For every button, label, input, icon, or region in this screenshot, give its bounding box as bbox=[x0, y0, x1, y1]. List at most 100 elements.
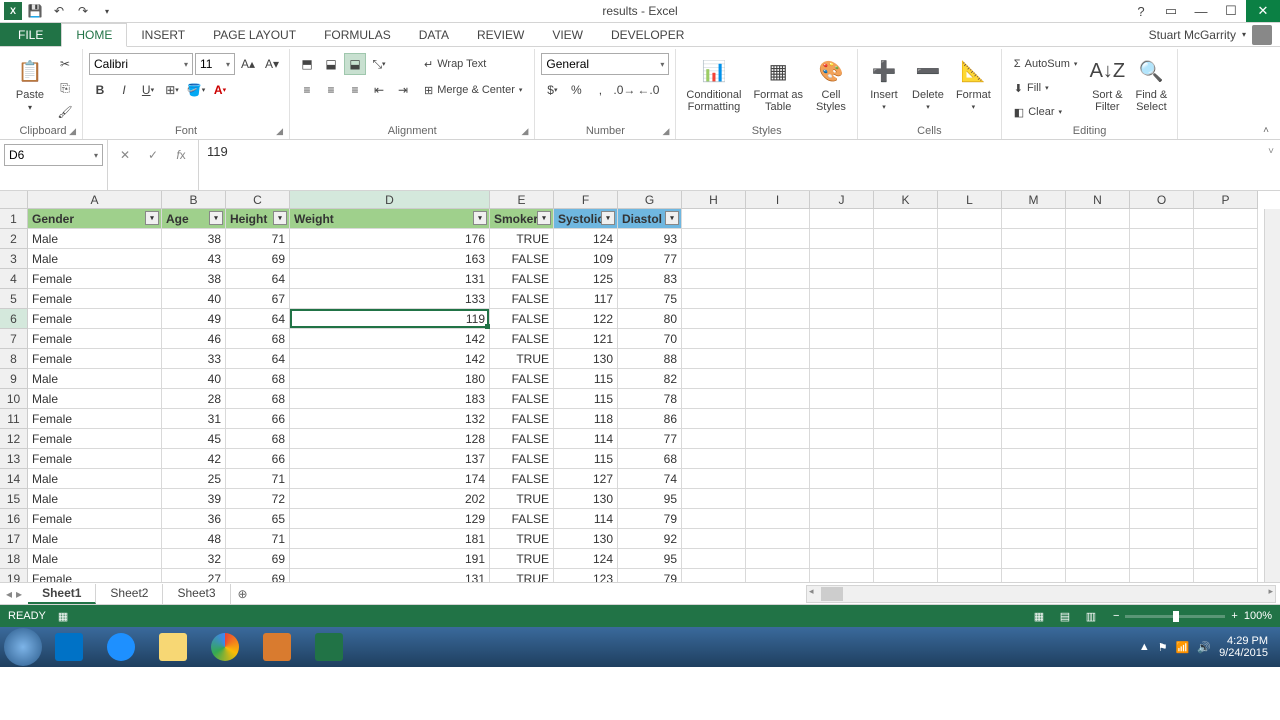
increase-decimal-icon[interactable]: .0→ bbox=[613, 79, 635, 101]
cell[interactable]: 66 bbox=[226, 449, 290, 469]
cell[interactable]: 115 bbox=[554, 449, 618, 469]
cell[interactable] bbox=[1194, 509, 1258, 529]
zoom-slider[interactable] bbox=[1125, 615, 1225, 618]
cell[interactable]: 36 bbox=[162, 509, 226, 529]
cell[interactable] bbox=[682, 209, 746, 229]
cell[interactable]: 109 bbox=[554, 249, 618, 269]
cell[interactable] bbox=[810, 289, 874, 309]
cell[interactable] bbox=[810, 529, 874, 549]
cell[interactable] bbox=[874, 329, 938, 349]
cell[interactable] bbox=[682, 569, 746, 583]
row-header[interactable]: 10 bbox=[0, 389, 28, 409]
tray-clock[interactable]: 4:29 PM 9/24/2015 bbox=[1219, 635, 1268, 659]
cell[interactable] bbox=[746, 529, 810, 549]
filter-dropdown-icon[interactable]: ▾ bbox=[145, 211, 159, 225]
cell[interactable] bbox=[874, 209, 938, 229]
insert-cells-button[interactable]: ➕Insert▾ bbox=[864, 53, 904, 113]
cell[interactable]: 176 bbox=[290, 229, 490, 249]
format-cells-button[interactable]: 📐Format▾ bbox=[952, 53, 995, 113]
add-sheet-button[interactable]: ⊕ bbox=[231, 587, 255, 601]
cell[interactable]: 77 bbox=[618, 429, 682, 449]
cell[interactable]: 72 bbox=[226, 489, 290, 509]
cell[interactable] bbox=[874, 489, 938, 509]
cell[interactable] bbox=[682, 249, 746, 269]
cell[interactable]: 130 bbox=[554, 489, 618, 509]
cell[interactable] bbox=[1066, 549, 1130, 569]
align-top-icon[interactable]: ⬒ bbox=[296, 53, 318, 75]
cell[interactable] bbox=[810, 429, 874, 449]
cell[interactable]: TRUE bbox=[490, 489, 554, 509]
cell[interactable] bbox=[746, 429, 810, 449]
cell[interactable] bbox=[874, 449, 938, 469]
cell[interactable]: 131 bbox=[290, 269, 490, 289]
cell[interactable]: 68 bbox=[226, 369, 290, 389]
column-header[interactable]: O bbox=[1130, 191, 1194, 209]
delete-cells-button[interactable]: ➖Delete▾ bbox=[908, 53, 948, 113]
font-name-combo[interactable]: Calibri▾ bbox=[89, 53, 193, 75]
cell[interactable]: FALSE bbox=[490, 469, 554, 489]
cell[interactable] bbox=[810, 369, 874, 389]
cell[interactable]: Male bbox=[28, 369, 162, 389]
cell[interactable] bbox=[1194, 409, 1258, 429]
filter-dropdown-icon[interactable]: ▾ bbox=[273, 211, 287, 225]
taskbar-chrome-icon[interactable] bbox=[200, 630, 250, 664]
row-header[interactable]: 6 bbox=[0, 309, 28, 329]
cell[interactable] bbox=[874, 389, 938, 409]
percent-icon[interactable]: % bbox=[565, 79, 587, 101]
cell[interactable]: 64 bbox=[226, 269, 290, 289]
cell[interactable] bbox=[938, 449, 1002, 469]
user-avatar-icon[interactable] bbox=[1252, 25, 1272, 45]
sheet-nav-next-icon[interactable]: ▸ bbox=[16, 587, 22, 601]
cell[interactable]: 79 bbox=[618, 569, 682, 583]
column-header[interactable]: K bbox=[874, 191, 938, 209]
cell[interactable] bbox=[1194, 449, 1258, 469]
cell[interactable]: FALSE bbox=[490, 449, 554, 469]
cell[interactable]: 183 bbox=[290, 389, 490, 409]
cell[interactable] bbox=[1194, 349, 1258, 369]
cell[interactable] bbox=[1194, 529, 1258, 549]
cell[interactable] bbox=[810, 469, 874, 489]
cell[interactable]: 25 bbox=[162, 469, 226, 489]
cell[interactable] bbox=[1066, 229, 1130, 249]
cell[interactable] bbox=[1066, 569, 1130, 583]
close-button[interactable]: ✕ bbox=[1246, 0, 1280, 22]
cell[interactable] bbox=[1130, 369, 1194, 389]
taskbar-outlook-icon[interactable] bbox=[44, 630, 94, 664]
cell[interactable] bbox=[1130, 429, 1194, 449]
cell[interactable] bbox=[874, 309, 938, 329]
cell[interactable]: 42 bbox=[162, 449, 226, 469]
cell[interactable] bbox=[1002, 249, 1066, 269]
cell[interactable]: 124 bbox=[554, 549, 618, 569]
cell[interactable] bbox=[1002, 449, 1066, 469]
cell[interactable]: 49 bbox=[162, 309, 226, 329]
cell[interactable]: 115 bbox=[554, 369, 618, 389]
cell[interactable]: FALSE bbox=[490, 509, 554, 529]
cell[interactable] bbox=[746, 569, 810, 583]
cell[interactable] bbox=[1130, 289, 1194, 309]
cell[interactable]: 68 bbox=[226, 429, 290, 449]
cell[interactable] bbox=[810, 449, 874, 469]
filter-dropdown-icon[interactable]: ▾ bbox=[601, 211, 615, 225]
cell[interactable] bbox=[1066, 269, 1130, 289]
cell[interactable] bbox=[1002, 549, 1066, 569]
cell[interactable]: 127 bbox=[554, 469, 618, 489]
italic-button[interactable]: I bbox=[113, 79, 135, 101]
cell[interactable] bbox=[746, 349, 810, 369]
zoom-out-icon[interactable]: − bbox=[1113, 610, 1119, 622]
cell[interactable] bbox=[1066, 209, 1130, 229]
cell[interactable]: 174 bbox=[290, 469, 490, 489]
bold-button[interactable]: B bbox=[89, 79, 111, 101]
cell[interactable] bbox=[1130, 489, 1194, 509]
cell[interactable]: 48 bbox=[162, 529, 226, 549]
start-button[interactable] bbox=[4, 628, 42, 666]
cell[interactable]: 202 bbox=[290, 489, 490, 509]
cell[interactable] bbox=[682, 409, 746, 429]
cell[interactable] bbox=[682, 489, 746, 509]
cell[interactable] bbox=[746, 369, 810, 389]
cell-styles-button[interactable]: 🎨Cell Styles bbox=[811, 53, 851, 115]
cell[interactable]: 68 bbox=[226, 389, 290, 409]
qat-save-icon[interactable]: 💾 bbox=[24, 1, 46, 21]
cell[interactable] bbox=[810, 309, 874, 329]
cell[interactable]: Male bbox=[28, 229, 162, 249]
cell[interactable] bbox=[810, 509, 874, 529]
